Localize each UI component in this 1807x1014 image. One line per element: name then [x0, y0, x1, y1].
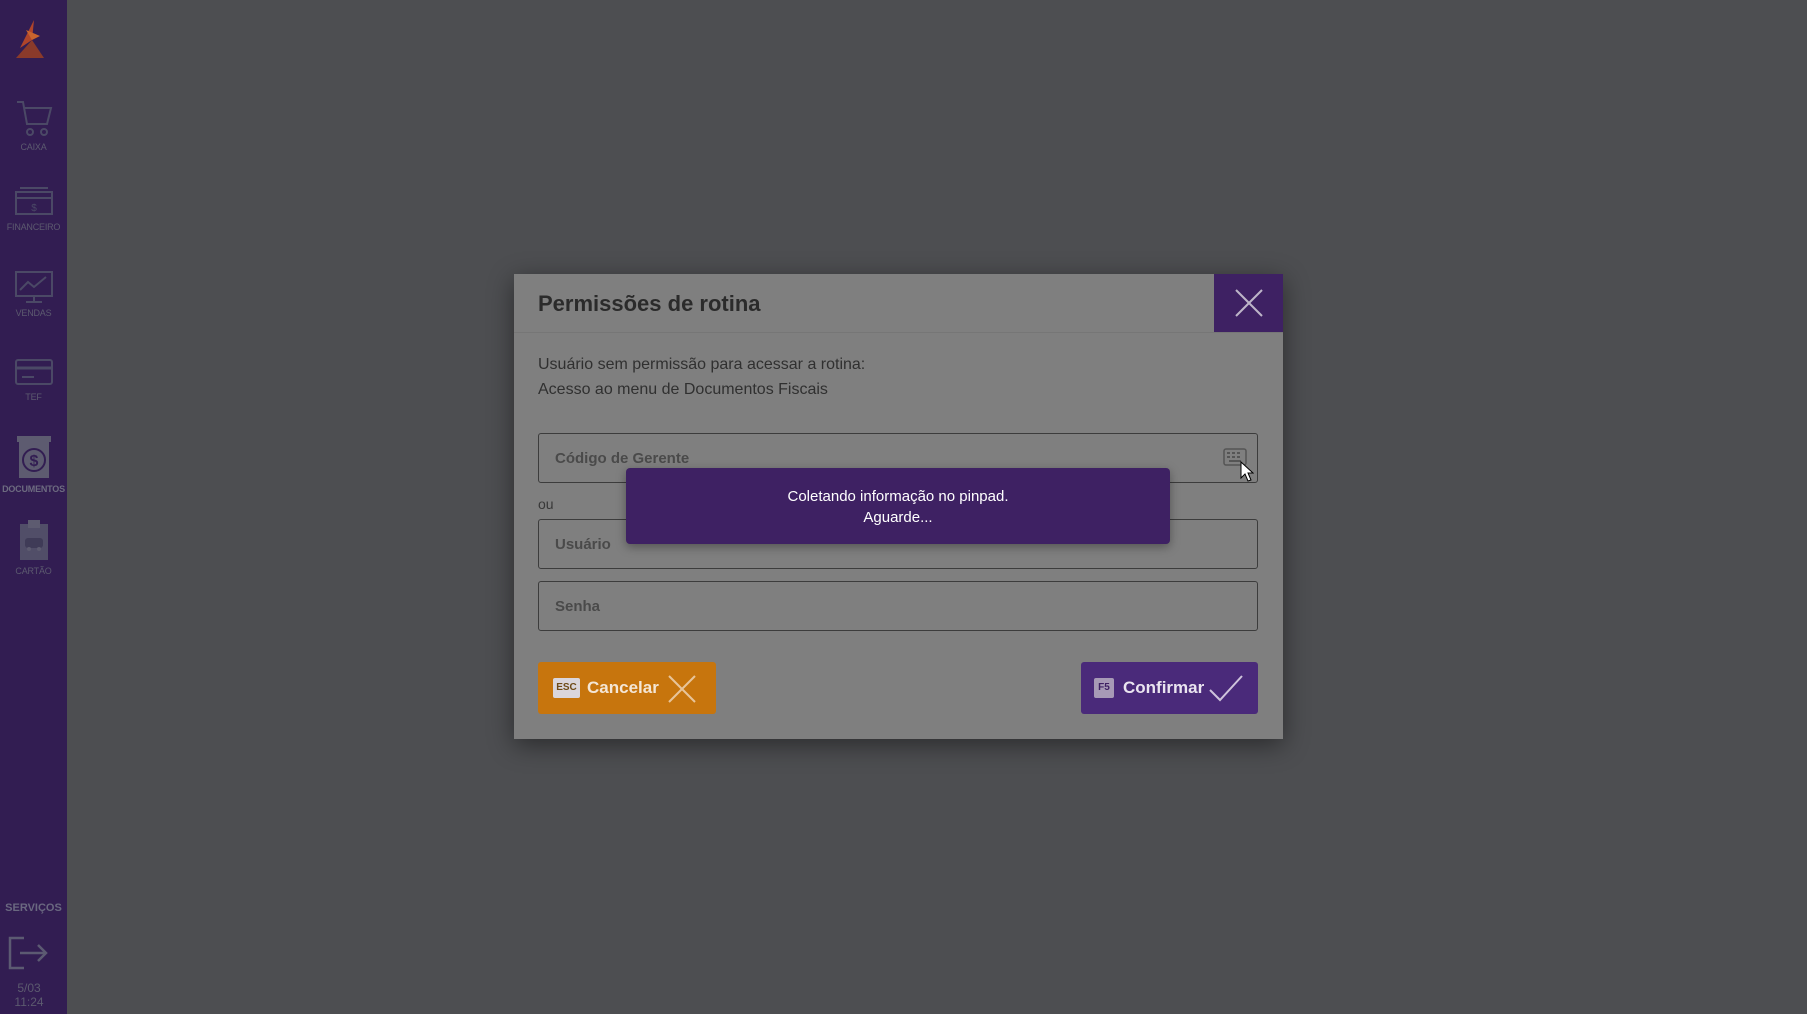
card-icon	[14, 359, 53, 385]
svg-text:$: $	[29, 453, 38, 470]
toast-wait: Aguarde...	[863, 509, 933, 526]
toast-message: Coletando informação no pinpad.	[787, 488, 1009, 505]
x-icon	[668, 675, 696, 703]
sidebar-item-documentos[interactable]: $ Documentos	[0, 434, 67, 506]
cancel-button[interactable]: ESC Cancelar	[538, 662, 716, 714]
time-text: 11:24	[14, 995, 44, 1009]
sidebar-item-financeiro[interactable]: $ Financeiro	[0, 186, 67, 258]
close-button[interactable]	[1214, 274, 1283, 332]
mouse-cursor-icon	[1240, 461, 1254, 482]
money-drawer-icon: $	[14, 187, 53, 215]
services-label: SERVIÇOS	[5, 902, 62, 914]
f5-key-badge: F5	[1094, 678, 1114, 698]
date-text: 5/03	[17, 981, 41, 995]
svg-text:$: $	[31, 203, 37, 214]
clipboard-car-icon	[19, 520, 48, 560]
sidebar-item-vendas[interactable]: Vendas	[0, 270, 67, 342]
chart-monitor-icon	[14, 271, 53, 303]
sidebar-item-cartao[interactable]: Cartão	[0, 518, 67, 590]
sidebar-item-label: Caixa	[20, 142, 47, 152]
sidebar-item-label: Financeiro	[6, 222, 61, 232]
confirm-button[interactable]: F5 Confirmar	[1081, 662, 1258, 714]
logout-icon	[8, 936, 48, 970]
app-root: Caixa $ Financeiro Vendas	[0, 0, 1807, 1014]
esc-key-badge: ESC	[553, 678, 580, 698]
password-field[interactable]	[538, 581, 1258, 631]
close-icon	[1235, 289, 1263, 317]
check-icon	[1209, 675, 1243, 702]
sidebar-item-label: TEF	[25, 392, 42, 402]
pinpad-toast: Coletando informação no pinpad. Aguarde.…	[626, 468, 1170, 544]
message-line1: Usuário sem permissão para acessar a rot…	[538, 356, 866, 373]
cart-icon	[16, 101, 52, 136]
password-input[interactable]	[539, 582, 1257, 630]
sidebar: Caixa $ Financeiro Vendas	[0, 0, 67, 1014]
sidebar-item-tef[interactable]: TEF	[0, 356, 67, 428]
date-time: 5/03 11:24	[0, 981, 58, 1009]
or-label: ou	[538, 496, 554, 512]
message-line2: Acesso ao menu de Documentos Fiscais	[538, 381, 828, 398]
permission-message: Usuário sem permissão para acessar a rot…	[538, 352, 865, 402]
sidebar-item-label: Cartão	[15, 566, 52, 576]
sidebar-item-caixa[interactable]: Caixa	[0, 96, 67, 168]
sidebar-item-label: Vendas	[15, 308, 52, 318]
cancel-label: Cancelar	[587, 678, 659, 697]
confirm-label: Confirmar	[1123, 678, 1205, 697]
modal-title: Permissões de rotina	[538, 291, 761, 316]
dollar-document-icon: $	[16, 436, 51, 478]
logout-button[interactable]	[6, 934, 50, 972]
modal-header: Permissões de rotina	[514, 274, 1283, 333]
sidebar-item-label: Documentos	[2, 484, 65, 494]
brand-logo	[10, 18, 50, 62]
